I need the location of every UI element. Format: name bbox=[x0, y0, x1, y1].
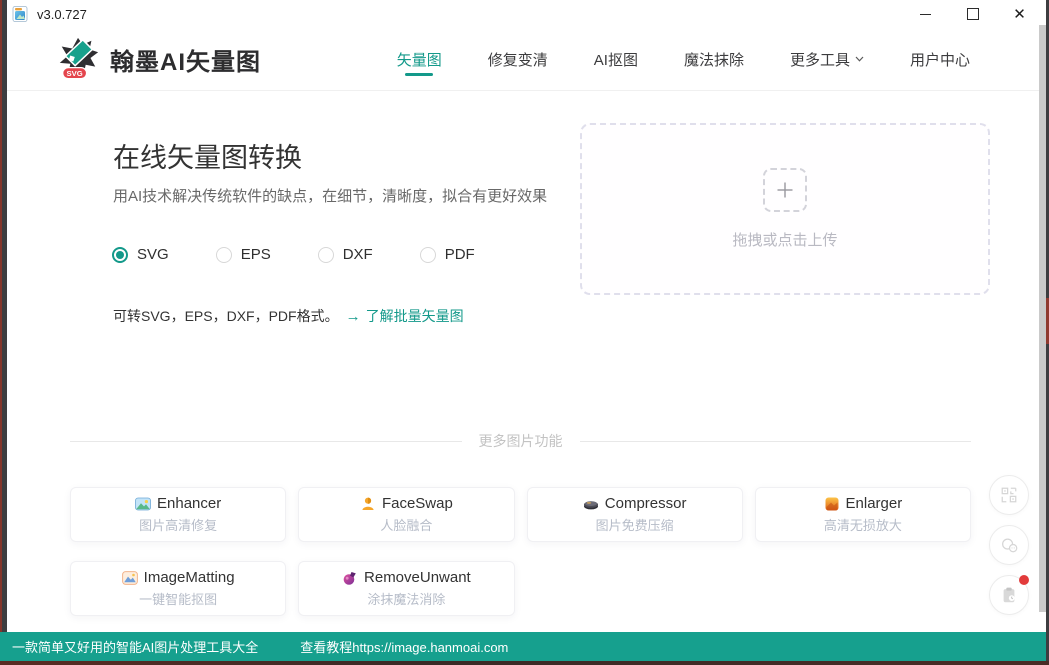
floating-button-stack bbox=[989, 475, 1029, 615]
enlarge-icon bbox=[825, 497, 839, 510]
card-enhancer[interactable]: Enhancer 图片高清修复 bbox=[70, 487, 287, 542]
chat-icon bbox=[1001, 538, 1017, 552]
card-faceswap[interactable]: FaceSwap 人脸融合 bbox=[298, 487, 515, 542]
title-bar: v3.0.727 ✕ bbox=[7, 0, 1046, 28]
arrow-right-icon: → bbox=[345, 307, 361, 325]
page-subtitle: 用AI技术解决传统软件的缺点，在细节，清晰度，拟合有更好效果 bbox=[113, 188, 548, 205]
svg-text:SVG: SVG bbox=[67, 69, 83, 78]
qr-code-button[interactable] bbox=[989, 475, 1029, 515]
footer-slogan: 一款简单又好用的智能AI图片处理工具大全 bbox=[12, 640, 259, 655]
vertical-scrollbar[interactable] bbox=[1039, 25, 1046, 612]
radio-dxf[interactable] bbox=[317, 246, 334, 263]
plus-icon bbox=[763, 168, 807, 212]
maximize-button[interactable] bbox=[949, 0, 996, 28]
format-option-svg[interactable]: SVG bbox=[112, 246, 169, 263]
nav-tab-more-tools[interactable]: 更多工具 bbox=[790, 28, 864, 90]
card-compressor[interactable]: Compressor 图片免费压缩 bbox=[526, 487, 743, 542]
feature-card-grid: Enhancer 图片高清修复 FaceSwap 人脸融合 Compressor… bbox=[70, 487, 971, 616]
qr-code-icon bbox=[1001, 487, 1017, 503]
radio-svg[interactable] bbox=[112, 246, 128, 263]
format-radio-group: SVG EPS DXF PDF bbox=[112, 246, 475, 263]
nav-tab-vector[interactable]: 矢量图 bbox=[397, 28, 442, 90]
upload-dropzone[interactable]: 拖拽或点击上传 bbox=[580, 123, 990, 295]
chat-contact-button[interactable] bbox=[989, 525, 1029, 565]
card-enlarger[interactable]: Enlarger 高清无损放大 bbox=[754, 487, 971, 542]
brand-logo[interactable]: SVG 翰墨AI矢量图 bbox=[55, 36, 261, 82]
desktop-edge-bottom bbox=[0, 661, 1049, 665]
upload-hint-text: 拖拽或点击上传 bbox=[732, 232, 838, 249]
nav-tab-restore[interactable]: 修复变清 bbox=[488, 28, 548, 90]
ink-splash-logo-icon: SVG bbox=[59, 37, 99, 80]
card-removeunwant[interactable]: RemoveUnwant 涂抹魔法消除 bbox=[298, 561, 515, 616]
magic-remove-icon bbox=[343, 571, 356, 585]
divider-line-right bbox=[579, 440, 971, 442]
maximize-icon bbox=[966, 8, 979, 20]
history-clipboard-icon bbox=[1003, 587, 1015, 603]
footer-tutorial-link[interactable]: 查看教程https://image.hanmoai.com bbox=[300, 637, 508, 656]
format-option-dxf[interactable]: DXF bbox=[317, 246, 373, 263]
notification-dot bbox=[1019, 575, 1029, 585]
history-clipboard-button[interactable] bbox=[989, 575, 1029, 615]
divider-label: 更多图片功能 bbox=[478, 433, 563, 449]
nav-tab-magic-erase[interactable]: 魔法抹除 bbox=[684, 28, 744, 90]
format-option-eps[interactable]: EPS bbox=[215, 246, 271, 263]
nav-tab-user-center[interactable]: 用户中心 bbox=[910, 28, 970, 90]
app-version: v3.0.727 bbox=[37, 6, 87, 22]
desktop-edge-left bbox=[0, 0, 7, 632]
main-nav: 矢量图 修复变清 AI抠图 魔法抹除 更多工具 用户中心 bbox=[397, 28, 970, 90]
format-option-pdf[interactable]: PDF bbox=[419, 246, 475, 263]
batch-vector-link[interactable]: 了解批量矢量图 bbox=[366, 306, 464, 326]
page-title: 在线矢量图转换 bbox=[113, 143, 302, 173]
status-footer: 一款简单又好用的智能AI图片处理工具大全 查看教程https://image.h… bbox=[0, 632, 1049, 661]
minimize-button[interactable] bbox=[902, 0, 949, 28]
chevron-down-icon bbox=[855, 56, 864, 62]
nav-tab-ai-matting[interactable]: AI抠图 bbox=[594, 28, 638, 90]
compress-icon bbox=[583, 500, 598, 509]
radio-pdf[interactable] bbox=[419, 246, 436, 263]
close-button[interactable]: ✕ bbox=[996, 0, 1043, 28]
photo-enhance-icon bbox=[135, 497, 151, 510]
more-features-divider: 更多图片功能 bbox=[70, 433, 971, 449]
app-icon bbox=[12, 6, 28, 22]
minimize-icon bbox=[920, 13, 931, 15]
close-icon: ✕ bbox=[1013, 5, 1026, 23]
window-controls: ✕ bbox=[902, 0, 1046, 28]
divider-line-left bbox=[70, 440, 462, 442]
person-icon bbox=[362, 497, 374, 510]
brand-name: 翰墨AI矢量图 bbox=[110, 48, 261, 76]
format-note-row: 可转SVG，EPS，DXF，PDF格式。 → 了解批量矢量图 bbox=[113, 306, 464, 326]
card-imagematting[interactable]: ImageMatting 一键智能抠图 bbox=[70, 561, 287, 616]
radio-eps[interactable] bbox=[215, 246, 232, 263]
app-header: SVG 翰墨AI矢量图 矢量图 修复变清 AI抠图 魔法抹除 更多工具 用户中心 bbox=[7, 28, 1046, 91]
matting-icon bbox=[121, 570, 138, 585]
format-note: 可转SVG，EPS，DXF，PDF格式。 bbox=[113, 308, 339, 324]
